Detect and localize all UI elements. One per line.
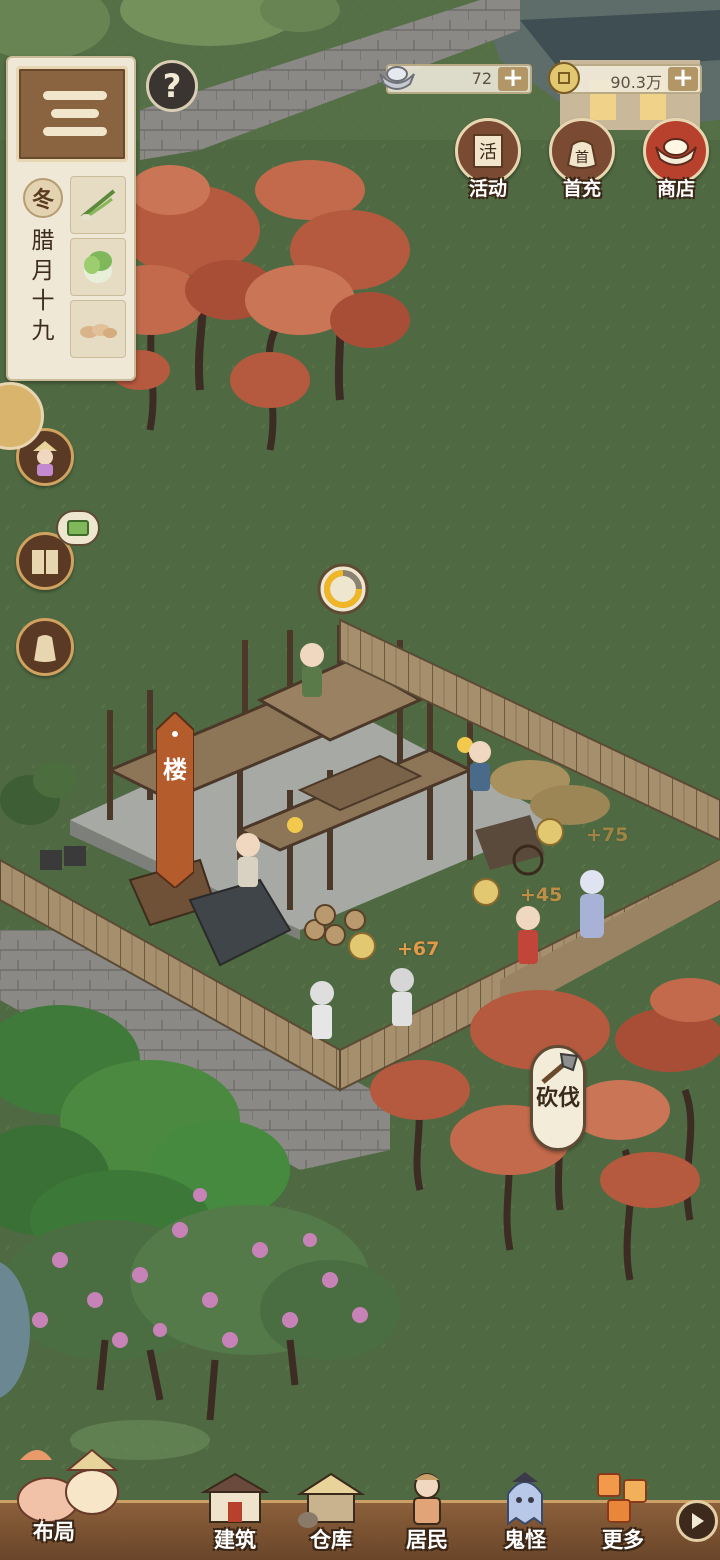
arrow-right-icon: [692, 1513, 704, 1529]
layout-pigs-icon: [17, 1448, 119, 1523]
nav-layout[interactable]: 布局: [8, 1430, 128, 1560]
cabbage-icon: [84, 251, 112, 283]
add-silver-button[interactable]: +: [498, 65, 528, 91]
book-icon: [30, 548, 60, 576]
more-lantern-icon: [597, 1473, 647, 1523]
float-number: +45: [520, 884, 563, 906]
villager-icon: [33, 441, 57, 476]
help-button[interactable]: ?: [146, 60, 198, 112]
shop-button[interactable]: 商店: [638, 118, 714, 204]
copper-coin-icon: [548, 62, 580, 94]
svg-text:首: 首: [575, 150, 589, 166]
season-panel: 冬 腊月十九: [6, 56, 136, 381]
crop-slot-cabbage[interactable]: [70, 238, 126, 296]
nav-building-label: 建筑: [214, 1528, 256, 1552]
nav-residents[interactable]: 居民: [382, 1470, 472, 1560]
nav-warehouse[interactable]: 仓库: [286, 1470, 376, 1560]
question-icon: ?: [162, 67, 182, 105]
float-number: +75: [586, 824, 629, 846]
warehouse-icon: [296, 1472, 366, 1528]
activity-label: 活动: [468, 178, 507, 200]
axe-icon: [541, 1052, 579, 1084]
lunar-date: 腊月十九: [31, 228, 55, 344]
menu-bar: [43, 91, 107, 100]
activity-button[interactable]: 活 活动: [450, 118, 526, 204]
silver-ingot-icon: [379, 66, 415, 90]
silver-currency: 72 +: [379, 64, 532, 94]
building-name-banner[interactable]: 楼: [156, 712, 194, 888]
menu-button[interactable]: [16, 66, 128, 162]
crop-slot-scallion[interactable]: [70, 176, 126, 234]
coin-amount: 90.3万: [610, 73, 662, 92]
scallion-icon: [80, 189, 116, 220]
nav-ghosts-label: 鬼怪: [504, 1528, 546, 1552]
first-recharge-button[interactable]: 首 首充: [544, 118, 620, 204]
expand-nav-button[interactable]: [676, 1500, 718, 1542]
menu-bar: [43, 127, 107, 136]
season-info: 冬 腊月十九: [20, 178, 66, 346]
shop-label: 商店: [656, 178, 695, 200]
coin-currency: 90.3万 +: [548, 62, 702, 94]
scroll-bag-icon: [31, 633, 59, 664]
svg-text:活: 活: [479, 142, 497, 163]
ticket-icon: [67, 520, 89, 536]
resident-icon: [413, 1473, 441, 1525]
season-badge: 冬: [23, 178, 63, 218]
building-house-icon: [200, 1472, 270, 1523]
building-name: 楼: [163, 755, 187, 784]
nav-residents-label: 居民: [406, 1528, 448, 1552]
nav-more[interactable]: 更多: [578, 1470, 668, 1560]
scroll-bag-button[interactable]: [16, 618, 74, 676]
ginger-icon: [80, 324, 117, 338]
build-progress-ring: [317, 563, 369, 615]
first-recharge-label: 首充: [562, 178, 601, 200]
nav-warehouse-label: 仓库: [310, 1528, 352, 1552]
nav-ghosts[interactable]: 鬼怪: [480, 1470, 570, 1560]
crop-slot-ginger[interactable]: [70, 300, 126, 358]
nav-more-label: 更多: [602, 1528, 644, 1552]
nav-building[interactable]: 建筑: [190, 1470, 280, 1560]
silver-amount: 72: [471, 69, 492, 88]
add-coin-button[interactable]: +: [668, 65, 698, 91]
menu-bar: [51, 109, 99, 118]
float-number: +67: [397, 938, 440, 960]
chop-tree-button[interactable]: 砍伐: [530, 1045, 586, 1151]
chop-label: 砍伐: [535, 1085, 580, 1111]
nav-layout-label: 布局: [33, 1520, 75, 1544]
ghost-icon: [507, 1472, 543, 1526]
notification-bubble[interactable]: [56, 510, 100, 546]
